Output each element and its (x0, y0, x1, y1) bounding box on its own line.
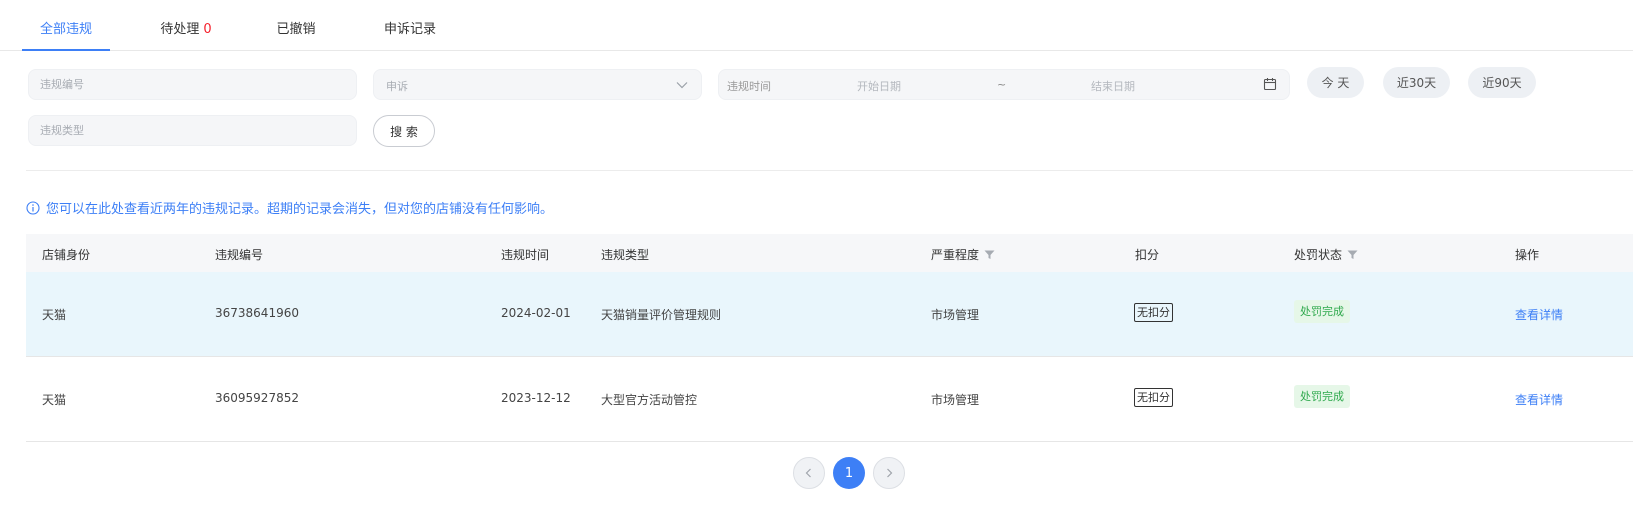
violation-number-input[interactable] (29, 70, 356, 99)
chevron-left-icon (805, 468, 811, 478)
cell-type: 天猫销量评价管理规则 (601, 308, 722, 322)
cell-time: 2024-02-01 (501, 306, 571, 320)
cell-severity: 市场管理 (931, 393, 980, 407)
table-row: 天猫 36095927852 2023-12-12 大型官方活动管控 市场管理 … (26, 357, 1633, 442)
tab-label: 待处理 (160, 22, 200, 37)
view-details-link[interactable]: 查看详情 (1515, 391, 1563, 408)
status-badge: 处罚完成 (1294, 385, 1350, 408)
last-30-days-button[interactable]: 近30天 (1383, 67, 1450, 98)
table-header: 店铺身份 违规编号 违规时间 违规类型 严重程度 扣分 处罚状态 操作 (26, 234, 1633, 272)
appeal-select[interactable]: 申诉 (373, 69, 702, 100)
col-header-identity: 店铺身份 (42, 248, 91, 262)
col-header-label: 处罚状态 (1294, 248, 1343, 262)
tab-all-violations[interactable]: 全部违规 (22, 0, 110, 51)
prev-page-button[interactable] (793, 457, 825, 489)
cell-severity: 市场管理 (931, 308, 980, 322)
tab-appeal-records[interactable]: 申诉记录 (372, 0, 448, 51)
col-header-type: 违规类型 (601, 248, 650, 262)
end-date-input[interactable]: 结束日期 (1091, 78, 1135, 94)
cell-identity: 天猫 (42, 393, 67, 407)
points-badge: 无扣分 (1134, 388, 1173, 407)
col-header-label: 严重程度 (931, 248, 980, 262)
cell-number: 36095927852 (215, 391, 299, 405)
points-badge: 无扣分 (1134, 303, 1173, 322)
search-button[interactable]: 搜 索 (373, 115, 435, 147)
col-header-severity: 严重程度 (931, 246, 995, 263)
filter-icon[interactable] (984, 249, 995, 260)
col-header-action: 操作 (1515, 248, 1540, 262)
notice-text: 您可以在此处查看近两年的违规记录。超期的记录会消失，但对您的店铺没有任何影响。 (46, 202, 554, 217)
start-date-input[interactable]: 开始日期 (857, 78, 901, 94)
table-row: 天猫 36738641960 2024-02-01 天猫销量评价管理规则 市场管… (26, 272, 1633, 357)
col-header-time: 违规时间 (501, 248, 550, 262)
tab-label: 全部违规 (39, 22, 92, 37)
appeal-select-value: 申诉 (386, 80, 408, 93)
page-number-current[interactable]: 1 (833, 457, 865, 489)
calendar-icon (1263, 78, 1277, 91)
violation-type-input[interactable] (29, 116, 356, 145)
tab-label: 已撤销 (276, 22, 316, 37)
tab-pending[interactable]: 待处理 0 (146, 0, 226, 51)
today-button[interactable]: 今 天 (1307, 67, 1364, 98)
cell-identity: 天猫 (42, 308, 67, 322)
filter-icon[interactable] (1347, 249, 1358, 260)
col-header-number: 违规编号 (215, 248, 264, 262)
col-header-status: 处罚状态 (1294, 246, 1358, 263)
page-number-label: 1 (844, 465, 854, 481)
cell-type: 大型官方活动管控 (601, 393, 698, 407)
info-icon (26, 200, 40, 215)
chevron-down-icon (676, 82, 688, 89)
status-badge: 处罚完成 (1294, 300, 1350, 323)
last-90-days-button[interactable]: 近90天 (1468, 67, 1536, 98)
violation-time-range[interactable]: 违规时间 开始日期 ~ 结束日期 (718, 69, 1290, 100)
pending-count-badge: 0 (203, 22, 212, 37)
tab-bar: 全部违规 待处理 0 已撤销 申诉记录 (0, 0, 1633, 51)
tab-label: 申诉记录 (383, 22, 436, 37)
view-details-link[interactable]: 查看详情 (1515, 306, 1563, 323)
info-notice: 您可以在此处查看近两年的违规记录。超期的记录会消失，但对您的店铺没有任何影响。 (26, 198, 553, 217)
section-divider (26, 170, 1633, 171)
cell-time: 2023-12-12 (501, 391, 571, 405)
violation-time-label: 违规时间 (727, 80, 771, 93)
violation-number-field (28, 69, 357, 100)
col-header-points: 扣分 (1135, 248, 1160, 262)
violation-type-field (28, 115, 357, 146)
tab-revoked[interactable]: 已撤销 (264, 0, 328, 51)
date-range-separator: ~ (997, 78, 1007, 91)
chevron-right-icon (887, 468, 893, 478)
next-page-button[interactable] (873, 457, 905, 489)
cell-number: 36738641960 (215, 306, 299, 320)
